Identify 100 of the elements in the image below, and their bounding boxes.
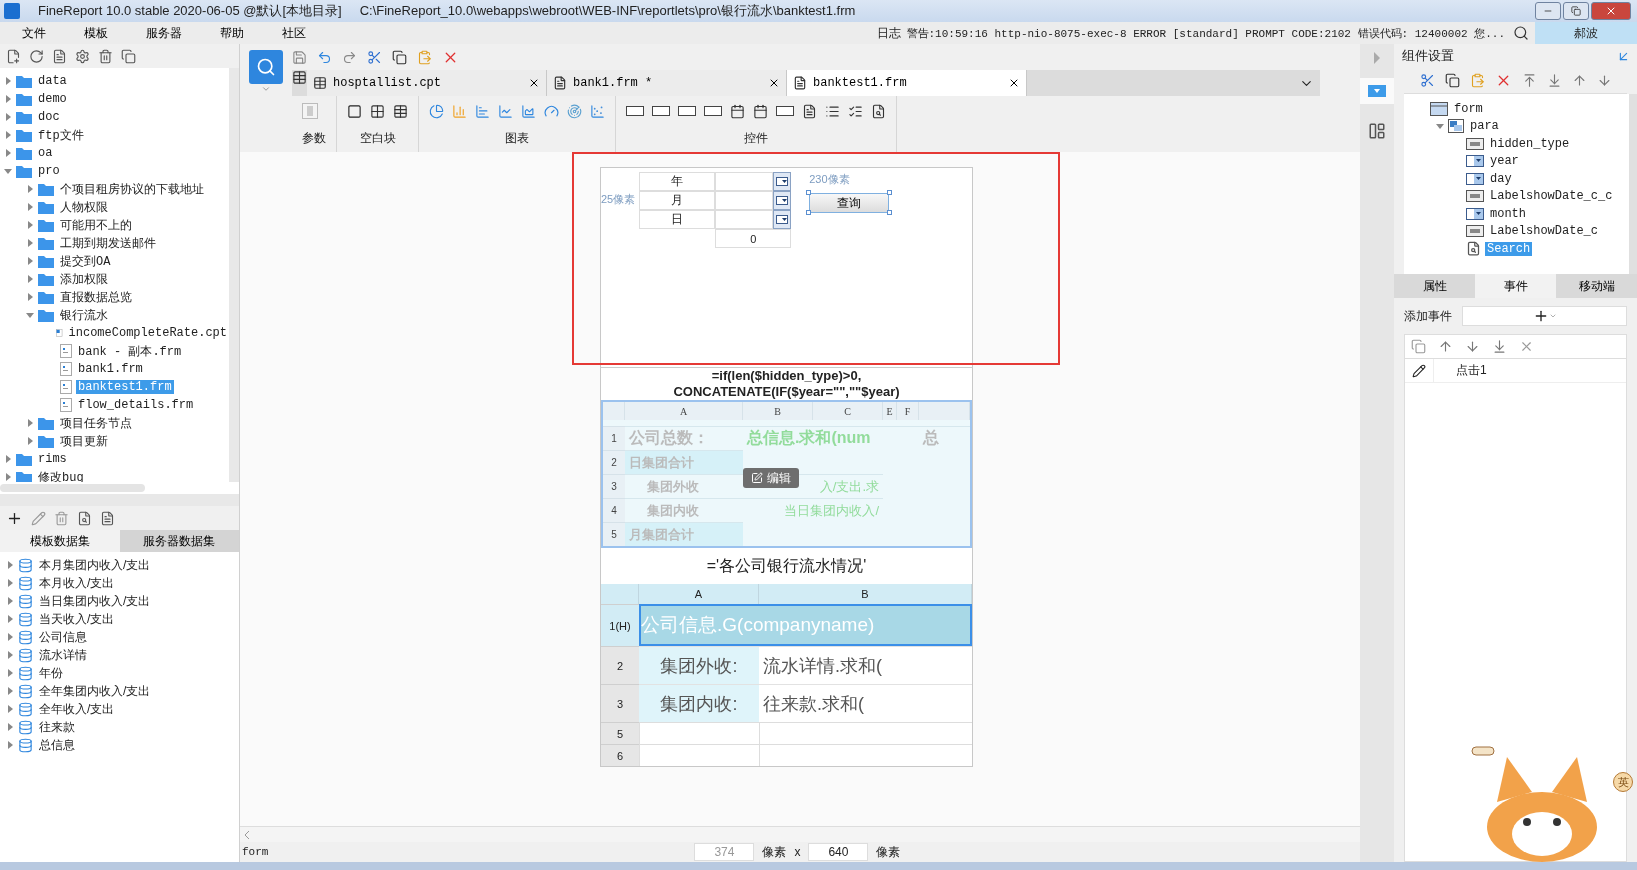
expand-arrow-icon[interactable] (6, 741, 14, 749)
refresh-icon[interactable] (29, 48, 44, 64)
move-bottom-icon[interactable] (1547, 73, 1562, 88)
delete-icon[interactable] (98, 48, 113, 64)
cut-icon[interactable] (1420, 73, 1435, 88)
expand-arrow-icon[interactable] (26, 275, 34, 283)
tree-item[interactable]: pro (36, 164, 62, 178)
expand-arrow-icon[interactable] (4, 113, 12, 121)
dataset-item[interactable]: 当天收入/支出 (37, 610, 117, 628)
redo-icon[interactable] (342, 49, 357, 65)
scrollbar[interactable] (0, 484, 145, 492)
properties-icon[interactable] (100, 510, 115, 526)
dropdown-field[interactable] (715, 191, 774, 210)
expand-arrow-icon[interactable] (6, 633, 14, 641)
expand-arrow-icon[interactable] (26, 185, 34, 193)
delete-icon[interactable] (54, 510, 69, 526)
table-icon[interactable] (292, 70, 307, 85)
tree-item[interactable]: 项目更新 (58, 432, 110, 450)
resize-handle[interactable] (887, 210, 893, 215)
tree-item[interactable]: 项目任务节点 (58, 414, 134, 432)
tree-item[interactable]: rims (36, 452, 69, 466)
component-item[interactable]: hidden_type (1488, 136, 1572, 151)
dataset-item[interactable]: 当日集团内收入/支出 (37, 592, 153, 610)
cut-icon[interactable] (367, 49, 382, 65)
query-button[interactable]: 查询 (809, 193, 890, 213)
expand-arrow-icon[interactable] (6, 615, 14, 623)
close-button[interactable] (1591, 2, 1631, 20)
component-item[interactable]: LabelshowDate_c_c (1488, 189, 1615, 204)
settings-icon[interactable] (75, 48, 90, 64)
line-chart-icon[interactable] (498, 103, 513, 119)
expand-arrow-icon[interactable] (6, 687, 14, 695)
collapse-arrow-icon[interactable] (4, 167, 12, 175)
dataset-item[interactable]: 流水详情 (37, 646, 89, 664)
expand-arrow-icon[interactable] (26, 203, 34, 211)
dataset-item[interactable]: 全年集团内收入/支出 (37, 682, 153, 700)
ime-badge[interactable]: 英 (1613, 772, 1633, 792)
copy-icon[interactable] (392, 49, 407, 65)
collapse-arrow-icon[interactable] (1373, 52, 1381, 64)
copy-icon[interactable] (1445, 73, 1460, 88)
form-mode-button[interactable] (249, 50, 283, 84)
close-icon[interactable] (1008, 77, 1020, 89)
table-block-icon[interactable] (393, 103, 408, 119)
delete-icon[interactable] (1519, 339, 1534, 354)
split-block-icon[interactable] (370, 103, 385, 119)
text-area-icon[interactable] (802, 103, 817, 119)
date-icon[interactable] (730, 103, 745, 119)
number-field[interactable]: 0 (715, 229, 792, 248)
menu-item[interactable]: 模板 (68, 22, 124, 44)
dataset-item[interactable]: 本月集团内收入/支出 (37, 556, 153, 574)
block-icon[interactable] (347, 103, 362, 119)
tree-item[interactable]: 可能用不上的 (58, 216, 134, 234)
preview-icon[interactable] (77, 510, 92, 526)
tree-item[interactable]: oa (36, 146, 55, 160)
radar-chart-icon[interactable] (567, 103, 582, 119)
menu-item[interactable]: 社区 (266, 22, 322, 44)
close-icon[interactable] (528, 77, 540, 89)
widget-settings-button[interactable] (1360, 78, 1394, 104)
dataset-tab[interactable]: 服务器数据集 (119, 530, 239, 552)
calendar-icon[interactable] (753, 103, 768, 119)
tree-item[interactable]: bank - 副本.frm (76, 342, 184, 360)
dropdown-field[interactable] (715, 210, 774, 229)
scroll-left-icon[interactable] (244, 830, 250, 839)
height-field[interactable]: 640 (808, 843, 869, 861)
tree-item[interactable]: ftp文件 (36, 126, 86, 144)
expand-arrow-icon[interactable] (26, 239, 34, 247)
tree-item[interactable]: 个项目租房协议的下载地址 (58, 180, 206, 198)
tree-item[interactable]: 提交到OA (58, 252, 113, 270)
expand-arrow-icon[interactable] (4, 131, 12, 139)
expand-arrow-icon[interactable] (6, 561, 14, 569)
tree-item[interactable]: 直报数据总览 (58, 288, 134, 306)
expand-arrow-icon[interactable] (26, 419, 34, 427)
dataset-item[interactable]: 总信息 (37, 736, 77, 754)
query-button-icon[interactable] (871, 103, 886, 119)
scatter-chart-icon[interactable] (590, 103, 605, 119)
paste-icon[interactable] (1470, 73, 1485, 88)
component-item[interactable]: form (1452, 101, 1485, 116)
dataset-tab[interactable]: 模板数据集 (0, 530, 120, 552)
resize-handle[interactable] (806, 210, 812, 215)
editor-tab[interactable]: bank1.frm * (547, 70, 787, 96)
gauge-chart-icon[interactable] (544, 103, 559, 119)
caret-icon[interactable] (261, 84, 271, 94)
document-icon[interactable] (52, 48, 67, 64)
move-down-icon[interactable] (1597, 73, 1612, 88)
copy-icon[interactable] (121, 48, 136, 64)
expand-arrow-icon[interactable] (4, 77, 12, 85)
expand-arrow-icon[interactable] (26, 437, 34, 445)
expand-arrow-icon[interactable] (4, 473, 12, 481)
dropdown-button[interactable] (773, 210, 792, 229)
resize-handle[interactable] (806, 190, 812, 195)
tree-item[interactable]: demo (36, 92, 69, 106)
dropdown-button[interactable] (773, 191, 792, 210)
menu-item[interactable]: 服务器 (130, 22, 198, 44)
dropdown-button[interactable] (773, 172, 792, 191)
undo-icon[interactable] (317, 49, 332, 65)
move-bottom-icon[interactable] (1492, 339, 1507, 354)
dataset-item[interactable]: 本月收入/支出 (37, 574, 117, 592)
event-item[interactable]: 点击1 (1433, 358, 1487, 383)
save-icon[interactable] (292, 49, 307, 65)
dropdown-field[interactable] (715, 172, 774, 191)
edit-button[interactable]: 编辑 (743, 468, 799, 488)
